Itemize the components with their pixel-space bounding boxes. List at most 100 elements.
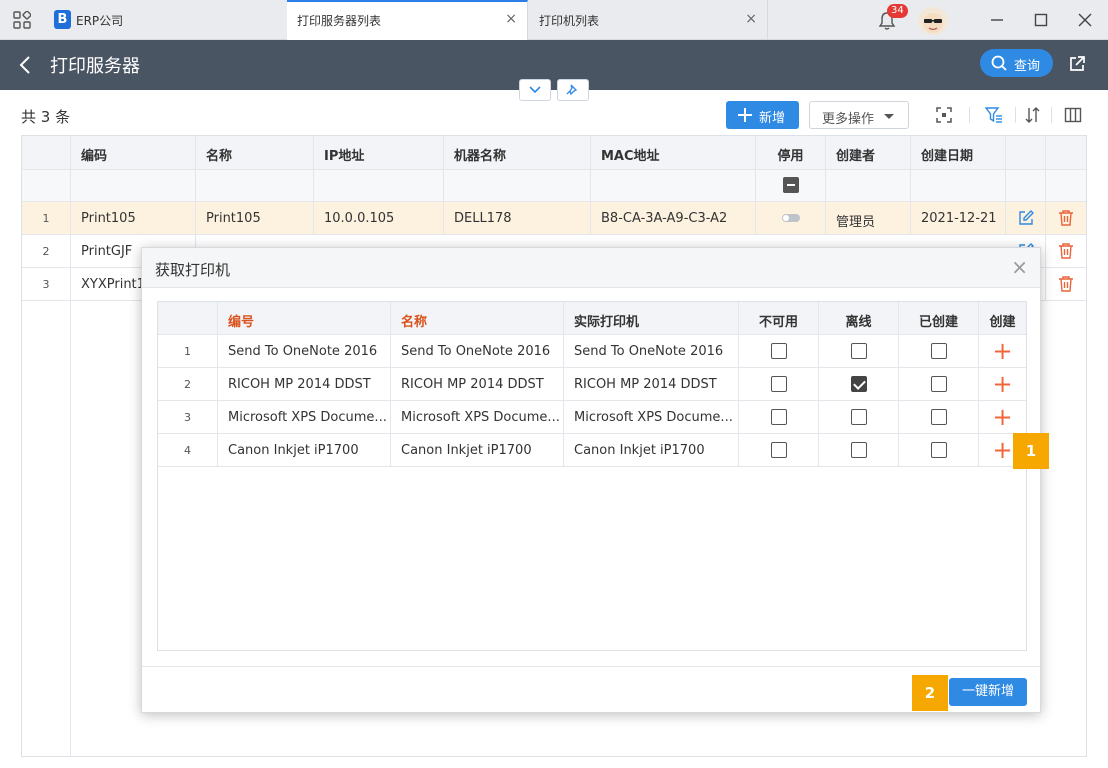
add-label: 新增 bbox=[759, 111, 786, 126]
delete-icon[interactable] bbox=[1057, 242, 1075, 260]
export-icon[interactable] bbox=[1068, 55, 1086, 73]
cell-delete bbox=[1046, 268, 1086, 300]
more-actions-dropdown[interactable]: 更多操作 bbox=[809, 101, 909, 129]
company-logo-icon: B bbox=[54, 10, 71, 29]
cell-offline bbox=[819, 335, 899, 367]
cell-unavailable bbox=[739, 401, 819, 433]
column-header-created[interactable]: 已创建 bbox=[899, 302, 979, 334]
plus-icon bbox=[738, 103, 752, 129]
query-button[interactable]: 查询 bbox=[980, 49, 1053, 77]
sort-icon[interactable] bbox=[1024, 106, 1042, 124]
column-header-edit bbox=[1006, 136, 1046, 169]
apps-grid-icon[interactable] bbox=[13, 11, 31, 29]
unavailable-checkbox[interactable] bbox=[770, 343, 787, 359]
offline-checkbox[interactable] bbox=[850, 409, 867, 425]
row-number: 3 bbox=[22, 268, 71, 300]
delete-icon[interactable] bbox=[1057, 275, 1075, 293]
column-header-offline[interactable]: 离线 bbox=[819, 302, 899, 334]
filter-cell bbox=[1006, 170, 1046, 201]
column-header-name[interactable]: 名称 bbox=[391, 302, 564, 334]
unavailable-checkbox[interactable] bbox=[770, 442, 787, 458]
batch-add-button[interactable]: 一键新增 bbox=[949, 678, 1027, 706]
close-icon[interactable] bbox=[1075, 10, 1095, 30]
header-rownum bbox=[22, 136, 71, 169]
columns-icon[interactable] bbox=[1064, 106, 1082, 124]
minimize-icon[interactable] bbox=[987, 10, 1007, 30]
column-header-ip[interactable]: IP地址 bbox=[314, 136, 444, 169]
column-header-name[interactable]: 名称 bbox=[196, 136, 314, 169]
offline-checkbox[interactable] bbox=[850, 442, 867, 458]
company-name[interactable]: ERP公司 bbox=[76, 12, 123, 29]
tab-printer-list[interactable]: 打印机列表 × bbox=[529, 0, 768, 40]
edit-icon[interactable] bbox=[1017, 209, 1035, 227]
filter-input-mac[interactable] bbox=[591, 170, 756, 201]
cell-delete bbox=[1046, 235, 1086, 267]
cell-unavailable bbox=[739, 434, 819, 466]
cell-create: + bbox=[979, 335, 1026, 367]
disabled-toggle[interactable] bbox=[781, 214, 800, 222]
title-bar: B ERP公司 打印服务器列表 × 打印机列表 × 34 bbox=[0, 0, 1108, 40]
created-checkbox[interactable] bbox=[930, 343, 947, 359]
pin-header-button[interactable] bbox=[557, 79, 589, 101]
filter-input-machine[interactable] bbox=[444, 170, 591, 201]
add-printer-icon[interactable]: + bbox=[979, 403, 1026, 431]
add-button[interactable]: 新增 bbox=[726, 101, 799, 129]
tab-print-server-list[interactable]: 打印服务器列表 × bbox=[287, 0, 528, 40]
add-printer-icon[interactable]: + bbox=[979, 370, 1026, 398]
filter-input-ip[interactable] bbox=[314, 170, 444, 201]
printer-row[interactable]: 1 Send To OneNote 2016 Send To OneNote 2… bbox=[158, 335, 1026, 368]
delete-icon[interactable] bbox=[1057, 209, 1075, 227]
filter-input-date[interactable] bbox=[911, 170, 1006, 201]
column-header-unavailable[interactable]: 不可用 bbox=[739, 302, 819, 334]
cell-name: Canon Inkjet iP1700 bbox=[391, 434, 564, 466]
back-arrow-icon[interactable] bbox=[18, 55, 32, 75]
rownum-column-fill bbox=[22, 301, 71, 756]
dialog-close-icon[interactable]: × bbox=[1011, 257, 1028, 277]
dialog-footer: 一键新增 bbox=[142, 666, 1040, 712]
page-header: 打印服务器 查询 bbox=[0, 40, 1108, 90]
collapse-header-button[interactable] bbox=[519, 79, 551, 101]
filter-input-name[interactable] bbox=[196, 170, 314, 201]
created-checkbox[interactable] bbox=[930, 376, 947, 392]
row-number: 2 bbox=[158, 368, 218, 400]
column-header-mac[interactable]: MAC地址 bbox=[591, 136, 756, 169]
printer-row[interactable]: 4 Canon Inkjet iP1700 Canon Inkjet iP170… bbox=[158, 434, 1026, 467]
fullscreen-icon[interactable] bbox=[935, 106, 953, 124]
printer-row[interactable]: 2 RICOH MP 2014 DDST RICOH MP 2014 DDST … bbox=[158, 368, 1026, 401]
avatar[interactable] bbox=[918, 7, 948, 35]
step-marker-2: 2 bbox=[912, 675, 948, 711]
maximize-icon[interactable] bbox=[1031, 10, 1051, 30]
filter-icon[interactable] bbox=[985, 106, 1003, 124]
tab-close-icon[interactable]: × bbox=[745, 12, 757, 26]
more-actions-label: 更多操作 bbox=[822, 112, 875, 127]
column-header-actual-printer[interactable]: 实际打印机 bbox=[564, 302, 739, 334]
created-checkbox[interactable] bbox=[930, 442, 947, 458]
cell-create: + bbox=[979, 368, 1026, 400]
filter-input-code[interactable] bbox=[71, 170, 196, 201]
row-number: 3 bbox=[158, 401, 218, 433]
cell-create: + bbox=[979, 401, 1026, 433]
cell-name: Send To OneNote 2016 bbox=[391, 335, 564, 367]
column-header-machine[interactable]: 机器名称 bbox=[444, 136, 591, 169]
offline-checkbox[interactable] bbox=[850, 343, 867, 359]
column-header-number[interactable]: 编号 bbox=[218, 302, 391, 334]
printer-row[interactable]: 3 Microsoft XPS Docume... Microsoft XPS … bbox=[158, 401, 1026, 434]
tab-close-icon[interactable]: × bbox=[505, 12, 517, 26]
cell-number: Send To OneNote 2016 bbox=[218, 335, 391, 367]
table-row[interactable]: 1 Print105 Print105 10.0.0.105 DELL178 B… bbox=[22, 202, 1086, 235]
indeterminate-checkbox[interactable] bbox=[783, 177, 799, 193]
column-header-create[interactable]: 创建 bbox=[979, 302, 1026, 334]
filter-input-creator[interactable] bbox=[826, 170, 911, 201]
cell-actual-printer: RICOH MP 2014 DDST bbox=[564, 368, 739, 400]
column-header-code[interactable]: 编码 bbox=[71, 136, 196, 169]
column-header-creator[interactable]: 创建者 bbox=[826, 136, 911, 169]
cell-creator: 管理员 bbox=[826, 202, 911, 234]
offline-checkbox[interactable] bbox=[850, 376, 867, 392]
add-printer-icon[interactable]: + bbox=[979, 337, 1026, 365]
created-checkbox[interactable] bbox=[930, 409, 947, 425]
column-header-disabled[interactable]: 停用 bbox=[756, 136, 826, 169]
unavailable-checkbox[interactable] bbox=[770, 409, 787, 425]
unavailable-checkbox[interactable] bbox=[770, 376, 787, 392]
caret-down-icon bbox=[884, 114, 894, 119]
column-header-date[interactable]: 创建日期 bbox=[911, 136, 1006, 169]
